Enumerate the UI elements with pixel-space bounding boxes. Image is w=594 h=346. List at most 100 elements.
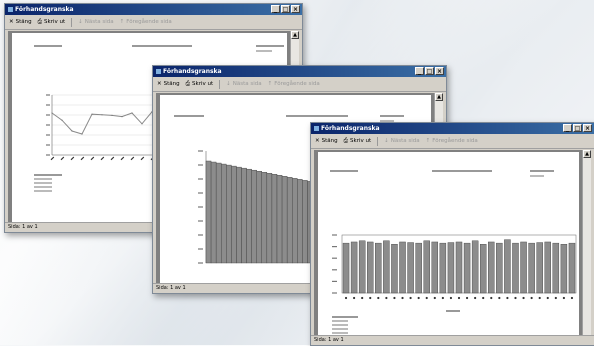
y-tick-label — [332, 257, 337, 259]
data-point — [141, 123, 143, 125]
bar — [302, 180, 308, 264]
x-tick-label — [70, 156, 75, 161]
minimize-button[interactable]: _ — [415, 67, 424, 75]
x-tick-label — [385, 296, 388, 300]
app-icon — [8, 7, 13, 12]
bar — [292, 178, 298, 264]
window-title: Förhandsgranska — [163, 68, 222, 75]
x-tick-label — [393, 296, 396, 300]
title-bar[interactable]: Förhandsgranska _ □ × — [153, 66, 446, 77]
report-header-center — [432, 170, 492, 172]
chart-legend — [332, 316, 358, 334]
close-preview-button[interactable]: ✕ Stäng — [315, 138, 338, 144]
x-tick-label — [401, 296, 404, 300]
window-title: Förhandsgranska — [321, 125, 380, 132]
bar — [391, 244, 398, 294]
bar — [226, 164, 232, 264]
arrow-down-icon: ↓ — [226, 81, 231, 87]
x-tick-label — [506, 296, 509, 300]
maximize-button[interactable]: □ — [425, 67, 434, 75]
report-header-left — [174, 115, 204, 117]
x-tick-label — [80, 156, 85, 161]
y-tick-label — [198, 192, 203, 194]
bar — [256, 171, 262, 264]
chart-legend — [34, 174, 62, 192]
x-tick-label — [482, 296, 485, 300]
x-tick-label — [449, 296, 453, 300]
close-preview-button[interactable]: ✕ Stäng — [157, 81, 180, 87]
scroll-up-arrow[interactable]: ▲ — [435, 93, 443, 101]
data-point — [111, 114, 113, 116]
x-tick-label — [538, 296, 541, 300]
report-header-right — [380, 115, 404, 117]
close-button[interactable]: × — [291, 5, 300, 13]
bar — [528, 242, 535, 294]
y-tick-label — [46, 124, 50, 126]
next-page-button[interactable]: ↓ Nästa sida — [78, 19, 114, 25]
maximize-button[interactable]: □ — [573, 124, 582, 132]
title-bar[interactable]: Förhandsgranska _ □ × — [5, 4, 302, 15]
prev-page-button[interactable]: ↑ Föregående sida — [426, 138, 478, 144]
bar — [375, 242, 382, 294]
window-title: Förhandsgranska — [15, 6, 74, 13]
bar — [423, 240, 430, 294]
bar — [383, 240, 390, 294]
x-tick-label — [50, 156, 55, 161]
y-tick-label — [198, 178, 203, 180]
preview-window-3: Förhandsgranska _ □ × ✕ Stäng ⎙ Skriv ut ↓… — [310, 122, 594, 346]
close-button[interactable]: × — [583, 124, 592, 132]
y-tick-label — [46, 104, 50, 106]
prev-page-button[interactable]: ↑ Föregående sida — [120, 19, 172, 25]
y-tick-label — [198, 234, 203, 236]
arrow-up-icon: ↑ — [119, 19, 125, 25]
close-button[interactable]: × — [435, 67, 444, 75]
bar — [536, 242, 543, 294]
bar — [215, 162, 222, 264]
print-button[interactable]: ⎙ Skriv ut — [186, 81, 214, 88]
x-tick-label — [409, 296, 412, 300]
x-tick-label — [570, 296, 574, 300]
bar — [266, 173, 273, 264]
bar — [407, 242, 414, 294]
y-tick-label — [332, 292, 337, 294]
minimize-button[interactable]: _ — [271, 5, 280, 13]
y-tick-label — [332, 280, 337, 282]
bar — [479, 244, 487, 294]
bar — [399, 241, 406, 294]
app-icon — [156, 69, 161, 74]
report-header-right-2 — [530, 175, 544, 177]
minimize-button[interactable]: _ — [563, 124, 572, 132]
scroll-up-arrow[interactable]: ▲ — [583, 150, 591, 158]
close-x-icon: ✕ — [157, 81, 162, 87]
x-tick-label — [546, 296, 549, 300]
y-tick-label — [46, 94, 50, 96]
bar — [271, 174, 278, 264]
x-axis-title — [446, 310, 460, 312]
next-page-button[interactable]: ↓ Nästa sida — [384, 138, 420, 144]
print-button[interactable]: ⎙ Skriv ut — [344, 138, 372, 145]
maximize-button[interactable]: □ — [281, 5, 290, 13]
x-tick-label — [120, 156, 125, 161]
x-tick-label — [369, 296, 372, 300]
bar — [342, 242, 350, 294]
y-tick-label — [332, 234, 337, 236]
report-header-center — [132, 45, 192, 47]
close-preview-button[interactable]: ✕ Stäng — [9, 19, 32, 25]
report-page — [318, 152, 579, 335]
bar — [560, 244, 568, 294]
print-label: Skriv ut — [192, 81, 214, 87]
y-tick-label — [198, 262, 203, 264]
preview-area: ▲ — [314, 150, 591, 335]
print-label: Skriv ut — [350, 138, 372, 144]
y-tick-label — [46, 154, 50, 156]
print-button[interactable]: ⎙ Skriv ut — [38, 19, 66, 26]
toolbar: ✕ Stäng ⎙ Skriv ut ↓ Nästa sida ↑ Föregående… — [5, 15, 302, 30]
scroll-up-arrow[interactable]: ▲ — [291, 31, 299, 39]
vertical-scrollbar[interactable]: ▲ — [582, 150, 591, 335]
title-bar[interactable]: Förhandsgranska _ □ × — [311, 123, 594, 134]
x-tick-label — [90, 156, 95, 161]
data-point — [131, 112, 133, 114]
bar — [431, 241, 439, 294]
prev-page-button[interactable]: ↑ Föregående sida — [268, 81, 320, 87]
next-page-button[interactable]: ↓ Nästa sida — [226, 81, 262, 87]
